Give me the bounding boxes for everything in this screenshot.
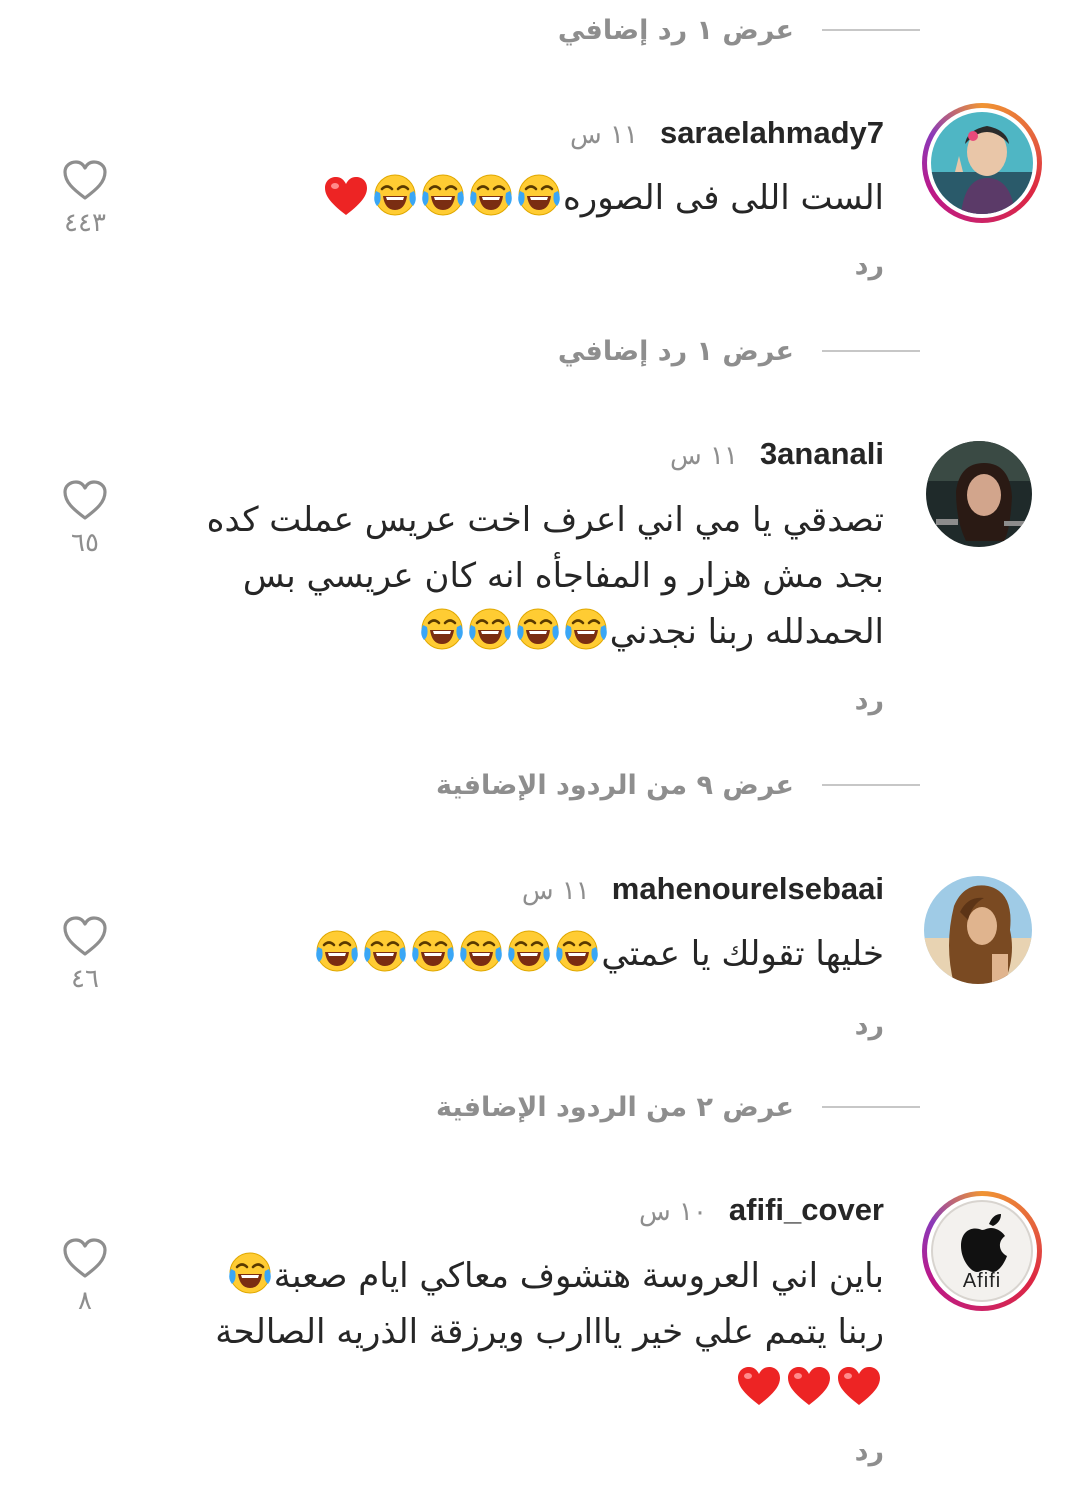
username[interactable]: mahenourelsebaai [612, 871, 884, 907]
laugh-emoji [314, 928, 360, 974]
comment-line: باين اني العروسة هتشوف معاكي ايام صعبة [273, 1256, 884, 1296]
comment-meta: mahenourelsebaai ١١ س [522, 871, 884, 907]
like-control: ٦٥ [60, 478, 110, 558]
like-count[interactable]: ٨ [60, 1286, 110, 1316]
laugh-emoji [467, 606, 513, 652]
reply-button[interactable]: رد [855, 1010, 884, 1041]
laugh-emoji [458, 928, 504, 974]
comment-meta: 3ananali ١١ س [670, 436, 884, 472]
view-more-label: عرض ١ رد إضافي [557, 335, 794, 367]
view-more-label: عرض ٩ من الردود الإضافية [435, 769, 794, 801]
like-count[interactable]: ٤٤٣ [60, 208, 110, 238]
avatar[interactable]: Afifi [922, 1191, 1042, 1311]
divider-line [822, 784, 920, 786]
red-heart-emoji [323, 175, 369, 217]
like-count[interactable]: ٤٦ [60, 964, 110, 994]
divider-line [822, 350, 920, 352]
heart-outline-icon[interactable] [61, 1236, 109, 1280]
red-heart-emoji [836, 1365, 882, 1407]
avatar[interactable] [926, 441, 1032, 547]
reply-button[interactable]: رد [855, 250, 884, 281]
timestamp: ١١ س [521, 876, 590, 906]
view-more-replies-3[interactable]: عرض ٩ من الردود الإضافية [436, 765, 920, 805]
comment-line: الحمدلله ربنا نجدني [609, 612, 884, 652]
laugh-emoji [419, 606, 465, 652]
username[interactable]: saraelahmady7 [660, 115, 884, 151]
view-more-replies-4[interactable]: عرض ٢ من الردود الإضافية [436, 1087, 920, 1127]
comment-text: الست اللى فى الصوره [321, 170, 884, 226]
comment-text: تصدقي يا مي اني اعرف اخت عريس عملت كده ب… [207, 492, 884, 660]
comment-line: خليها تقولك يا عمتي [601, 934, 884, 974]
timestamp: ١٠ س [638, 1197, 707, 1227]
comment-meta: saraelahmady7 ١١ س [570, 115, 884, 151]
laugh-emoji [227, 1250, 273, 1296]
laugh-emoji [554, 928, 600, 974]
laugh-emoji [410, 928, 456, 974]
comment-line: بجد مش هزار و المفاجأه انه كان عريسي بس [242, 556, 884, 596]
comment-line: تصدقي يا مي اني اعرف اخت عريس عملت كده [206, 500, 884, 540]
view-more-label: عرض ٢ من الردود الإضافية [435, 1091, 794, 1123]
divider-line [822, 29, 920, 31]
username[interactable]: 3ananali [760, 436, 884, 472]
laugh-emoji [362, 928, 408, 974]
divider-line [822, 1106, 920, 1108]
like-count[interactable]: ٦٥ [60, 528, 110, 558]
avatar-label: Afifi [962, 1270, 1002, 1292]
heart-outline-icon[interactable] [61, 914, 109, 958]
like-control: ٤٤٣ [60, 158, 110, 238]
profile-photo: Afifi [931, 1200, 1033, 1302]
comment-line: الست اللى فى الصوره [562, 178, 884, 218]
view-more-replies-1[interactable]: عرض ١ رد إضافي [558, 10, 920, 50]
red-heart-emoji [786, 1365, 832, 1407]
view-more-replies-2[interactable]: عرض ١ رد إضافي [558, 331, 920, 371]
username[interactable]: afifi_cover [729, 1192, 884, 1228]
comment-text: خليها تقولك يا عمتي [313, 926, 884, 982]
like-control: ٨ [60, 1236, 110, 1316]
comment-meta: afifi_cover ١٠ س [639, 1192, 884, 1228]
profile-photo [926, 441, 1032, 547]
reply-button[interactable]: رد [855, 1436, 884, 1467]
avatar[interactable] [924, 876, 1032, 984]
red-heart-emoji [736, 1365, 782, 1407]
avatar[interactable] [922, 103, 1042, 223]
reply-button[interactable]: رد [855, 685, 884, 716]
heart-outline-icon[interactable] [61, 478, 109, 522]
profile-photo [931, 112, 1033, 214]
laugh-emoji [506, 928, 552, 974]
comment-line: ربنا يتمم علي خير يااارب ويرزقة الذريه ا… [215, 1312, 884, 1352]
laugh-emoji [372, 172, 418, 218]
like-control: ٤٦ [60, 914, 110, 994]
timestamp: ١١ س [669, 441, 738, 471]
laugh-emoji [516, 172, 562, 218]
heart-outline-icon[interactable] [61, 158, 109, 202]
laugh-emoji [468, 172, 514, 218]
laugh-emoji [420, 172, 466, 218]
comment-text: باين اني العروسة هتشوف معاكي ايام صعبة ر… [215, 1248, 884, 1416]
laugh-emoji [515, 606, 561, 652]
laugh-emoji [563, 606, 609, 652]
timestamp: ١١ س [570, 120, 638, 150]
profile-photo [924, 876, 1032, 984]
view-more-label: عرض ١ رد إضافي [557, 14, 794, 46]
